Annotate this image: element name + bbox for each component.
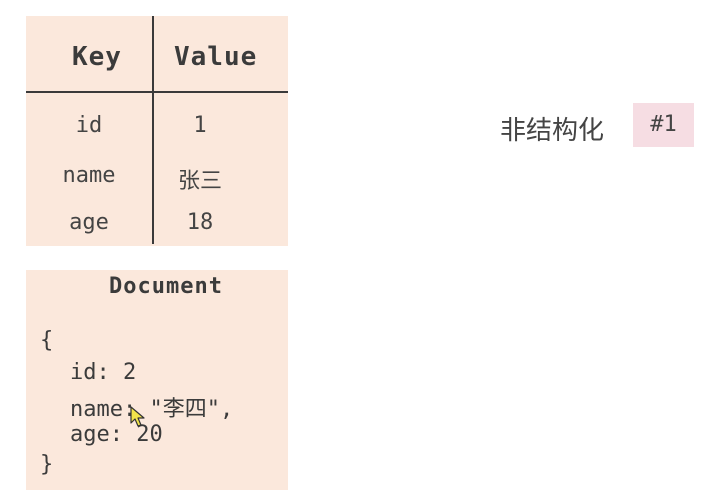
key-value-table: Key Value id 1 name 张三 age 18 xyxy=(26,16,288,246)
document-line-open-brace: { xyxy=(40,328,54,353)
document-line-name: name: "李四", xyxy=(70,397,234,422)
slide-number-badge: #1 xyxy=(633,103,694,147)
document-line-age: age: 20 xyxy=(70,422,163,447)
row-value-age: 18 xyxy=(186,210,214,235)
document-line-id: id: 2 xyxy=(70,360,137,385)
document-line-close-brace: } xyxy=(40,452,54,477)
document-title: Document xyxy=(109,274,223,299)
row-key-id: id xyxy=(75,113,103,138)
unstructured-label: 非结构化 xyxy=(500,116,605,146)
row-value-id: 1 xyxy=(193,113,207,138)
mouse-cursor-icon xyxy=(130,406,145,427)
table-header: Key Value xyxy=(26,16,288,93)
row-value-name: 张三 xyxy=(177,169,222,194)
row-key-age: age xyxy=(69,210,109,235)
header-value: Value xyxy=(174,42,258,72)
document-card: Document { id: 2 name: "李四", age: 20 } xyxy=(26,270,288,490)
row-key-name: name xyxy=(62,163,116,188)
header-key: Key xyxy=(72,42,122,72)
